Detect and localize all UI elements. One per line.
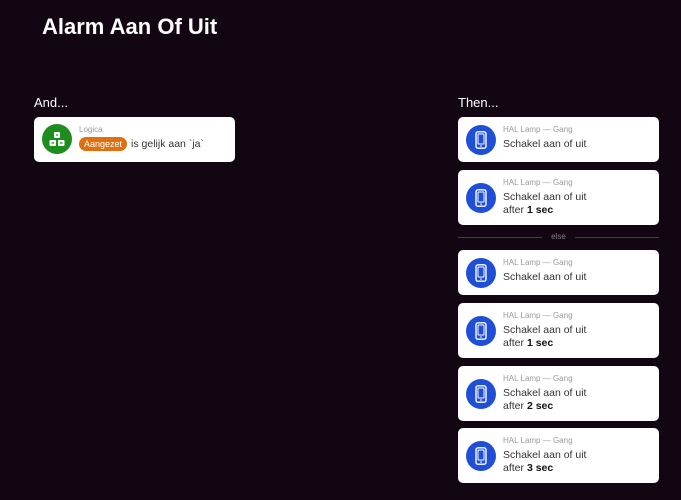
logic-icon [42,124,72,154]
phone-icon [466,379,496,409]
action-device: HAL Lamp — Gang [503,311,573,320]
action-device: HAL Lamp — Gang [503,178,573,187]
action-label: Schakel aan of uit [503,191,587,203]
page-title: Alarm Aan Of Uit [42,14,218,39]
action-device: HAL Lamp — Gang [503,258,573,267]
condition-card-logic[interactable]: Logica Aangezet is gelijk aan `ja` [34,117,235,162]
condition-category: Logica [79,125,103,134]
condition-tag: Aangezet [79,137,128,151]
action-delay: after 1 sec [503,204,553,216]
then-column-header: Then... [458,95,499,110]
action-card[interactable]: HAL Lamp — Gang Schakel aan of uit after 1… [458,170,659,225]
action-label: Schakel aan of uit [503,324,587,336]
action-label: Schakel aan of uit [503,387,587,399]
action-delay: after 2 sec [503,400,553,412]
condition-expression: is gelijk aan `ja` [131,138,204,150]
action-delay: after 3 sec [503,462,553,474]
action-label: Schakel aan of uit [503,138,587,150]
action-delay-value: 1 sec [526,337,554,349]
phone-icon [466,183,496,213]
action-device: HAL Lamp — Gang [503,125,573,134]
action-delay-prefix: after [503,204,525,216]
action-delay-prefix: after [503,337,525,349]
and-column-header: And... [34,95,68,110]
action-card[interactable]: HAL Lamp — Gang Schakel aan of uit [458,250,659,295]
action-delay: after 1 sec [503,337,553,349]
action-card[interactable]: HAL Lamp — Gang Schakel aan of uit after 2… [458,366,659,421]
action-delay-prefix: after [503,400,525,412]
phone-icon [466,258,496,288]
action-label: Schakel aan of uit [503,271,587,283]
action-device: HAL Lamp — Gang [503,436,573,445]
action-device: HAL Lamp — Gang [503,374,573,383]
action-delay-prefix: after [503,462,525,474]
action-card[interactable]: HAL Lamp — Gang Schakel aan of uit after 3… [458,428,659,483]
action-delay-value: 1 sec [526,204,554,216]
action-delay-value: 2 sec [526,400,554,412]
action-label: Schakel aan of uit [503,449,587,461]
phone-icon [466,316,496,346]
phone-icon [466,125,496,155]
action-delay-value: 3 sec [526,462,554,474]
phone-icon [466,441,496,471]
else-divider: else [458,232,659,241]
condition-text: Aangezet is gelijk aan `ja` [79,137,204,151]
action-card[interactable]: HAL Lamp — Gang Schakel aan of uit after 1… [458,303,659,358]
action-card[interactable]: HAL Lamp — Gang Schakel aan of uit [458,117,659,162]
